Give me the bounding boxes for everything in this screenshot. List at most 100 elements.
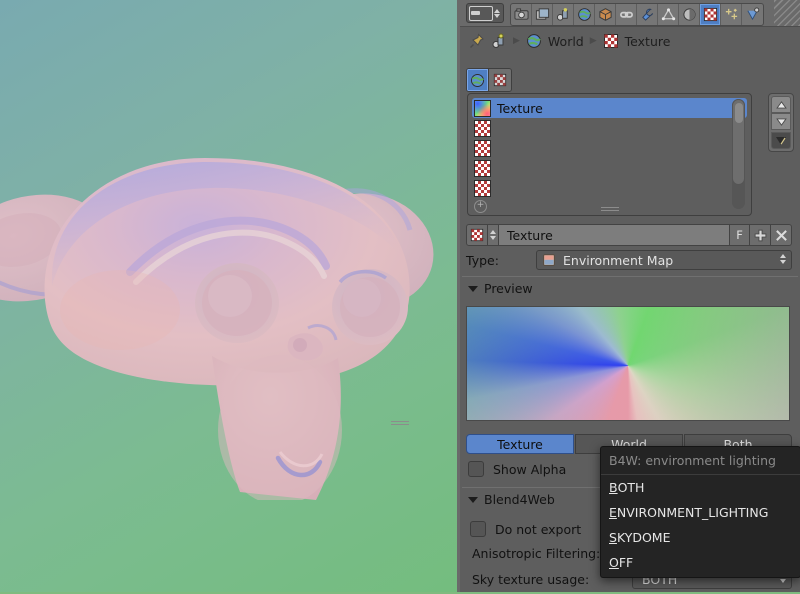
show-alpha-label: Show Alpha (493, 461, 567, 477)
list-resize-grip[interactable] (600, 207, 619, 212)
tab-object[interactable] (595, 4, 616, 25)
menu-item-skydome[interactable]: S KYDOME (601, 525, 800, 550)
tab-data[interactable] (658, 4, 679, 25)
menu-item-both[interactable]: B OTH (601, 475, 800, 500)
texture-checker-icon (474, 139, 491, 157)
show-alpha-checkbox[interactable] (468, 461, 484, 477)
popup-menu-title: B4W: environment lighting (601, 447, 800, 475)
breadcrumb-texture-label[interactable]: Texture (625, 34, 671, 49)
menu-item-accel: O (609, 555, 619, 570)
list-item[interactable]: Texture (472, 98, 747, 118)
pin-icon[interactable] (469, 33, 485, 49)
preview-panel-header[interactable]: Preview (468, 281, 533, 296)
tab-render[interactable] (511, 4, 532, 25)
fake-user-button[interactable]: F (730, 224, 750, 246)
tab-particles[interactable] (721, 4, 742, 25)
plus-circle-icon[interactable]: + (474, 200, 487, 213)
texture-browse-spinner[interactable] (488, 224, 499, 246)
texture-name-row[interactable]: Texture F (466, 224, 792, 246)
properties-editor-icon (469, 5, 493, 21)
environment-lighting-popup-menu[interactable]: B4W: environment lighting B OTH E NVIRONME… (600, 446, 800, 578)
plus-icon (754, 229, 766, 241)
anisotropic-filtering-label: Anisotropic Filtering: (472, 546, 601, 561)
header-grip (774, 0, 800, 26)
list-item[interactable] (472, 178, 747, 198)
list-item[interactable] (472, 138, 747, 158)
world-globe-icon[interactable] (526, 33, 542, 49)
do-not-export-row[interactable]: Do not export (470, 521, 581, 537)
editor-type-selector[interactable] (466, 3, 504, 23)
unlink-texture-button[interactable] (771, 224, 792, 246)
breadcrumb: ▶ World ▶ Texture (460, 27, 800, 55)
texture-type-row: Type: Environment Map (466, 250, 792, 270)
slot-specials-menu-button[interactable] (771, 132, 791, 149)
tab-physics[interactable] (742, 4, 763, 25)
texture-preview-thumb-icon (474, 99, 491, 117)
move-slot-down-button[interactable] (771, 113, 791, 130)
preview-tab-texture[interactable]: Texture (466, 434, 574, 454)
list-scrollbar[interactable] (732, 99, 745, 209)
breadcrumb-world-label[interactable]: World (548, 34, 584, 49)
chevron-down-icon (468, 496, 478, 503)
tab-world[interactable] (574, 4, 595, 25)
list-item[interactable] (472, 118, 747, 138)
3d-viewport[interactable] (0, 0, 460, 594)
show-alpha-row[interactable]: Show Alpha (468, 461, 566, 477)
menu-item-rest: NVIRONMENT_LIGHTING (616, 505, 769, 520)
scene-icon[interactable] (491, 33, 507, 49)
menu-item-environment-lighting[interactable]: E NVIRONMENT_LIGHTING (601, 500, 800, 525)
texture-slot-label: Texture (497, 100, 543, 116)
texture-checker-icon (474, 159, 491, 177)
preview-overlay (467, 307, 789, 420)
new-texture-button[interactable] (750, 224, 771, 246)
editor-type-arrows (494, 8, 500, 18)
properties-tab-row[interactable] (510, 3, 764, 26)
blend4web-panel-title: Blend4Web (484, 492, 555, 507)
sky-texture-usage-label: Sky texture usage: (472, 572, 590, 587)
triangle-down-filled-icon (776, 136, 786, 145)
preview-panel-title: Preview (484, 281, 533, 296)
world-globe-icon (471, 73, 484, 87)
list-scrollbar-thumb[interactable] (732, 99, 745, 185)
tab-constraints[interactable] (616, 4, 637, 25)
divider (462, 276, 798, 277)
environment-map-icon (543, 254, 555, 266)
x-icon (775, 229, 787, 241)
sky-texture-usage-row: Sky texture usage: (472, 572, 589, 587)
texture-checker-icon[interactable] (603, 33, 619, 49)
tab-material[interactable] (679, 4, 700, 25)
menu-item-rest: KYDOME (616, 530, 671, 545)
blend4web-panel-header[interactable]: Blend4Web (468, 492, 555, 507)
context-toggle-brush[interactable] (489, 69, 511, 91)
menu-item-off[interactable]: O FF (601, 550, 800, 575)
do-not-export-label: Do not export (495, 521, 582, 537)
do-not-export-checkbox[interactable] (470, 521, 486, 537)
tab-texture[interactable] (700, 4, 721, 25)
texture-slot-list[interactable]: Texture + (467, 93, 752, 216)
texture-context-toggles[interactable] (466, 68, 512, 92)
blender-window: ▶ World ▶ Texture Texture + Texture F Ty… (0, 0, 800, 594)
texture-type-value: Environment Map (563, 252, 674, 268)
breadcrumb-arrow-2: ▶ (589, 36, 597, 46)
texture-type-dropdown[interactable]: Environment Map (536, 250, 792, 270)
tab-modifiers[interactable] (637, 4, 658, 25)
move-slot-up-button[interactable] (771, 96, 791, 113)
dropdown-spinner-icon (780, 254, 786, 264)
texture-checker-icon (474, 119, 491, 137)
suzanne-monkey-object[interactable] (0, 100, 440, 500)
triangle-up-icon (775, 100, 787, 109)
texture-preview (466, 306, 790, 421)
texture-checker-icon (466, 224, 488, 246)
menu-item-rest: FF (618, 555, 634, 570)
menu-item-accel: B (609, 480, 618, 495)
menu-item-accel: E (609, 505, 617, 520)
list-item[interactable] (472, 158, 747, 178)
tab-render-layers[interactable] (532, 4, 553, 25)
slot-side-buttons[interactable] (768, 93, 794, 152)
menu-item-rest: OTH (617, 480, 645, 495)
preview-resize-grip[interactable] (391, 421, 409, 427)
texture-type-label: Type: (466, 252, 499, 268)
texture-name-input[interactable]: Texture (499, 224, 730, 246)
context-toggle-world[interactable] (467, 69, 489, 91)
tab-scene[interactable] (553, 4, 574, 25)
